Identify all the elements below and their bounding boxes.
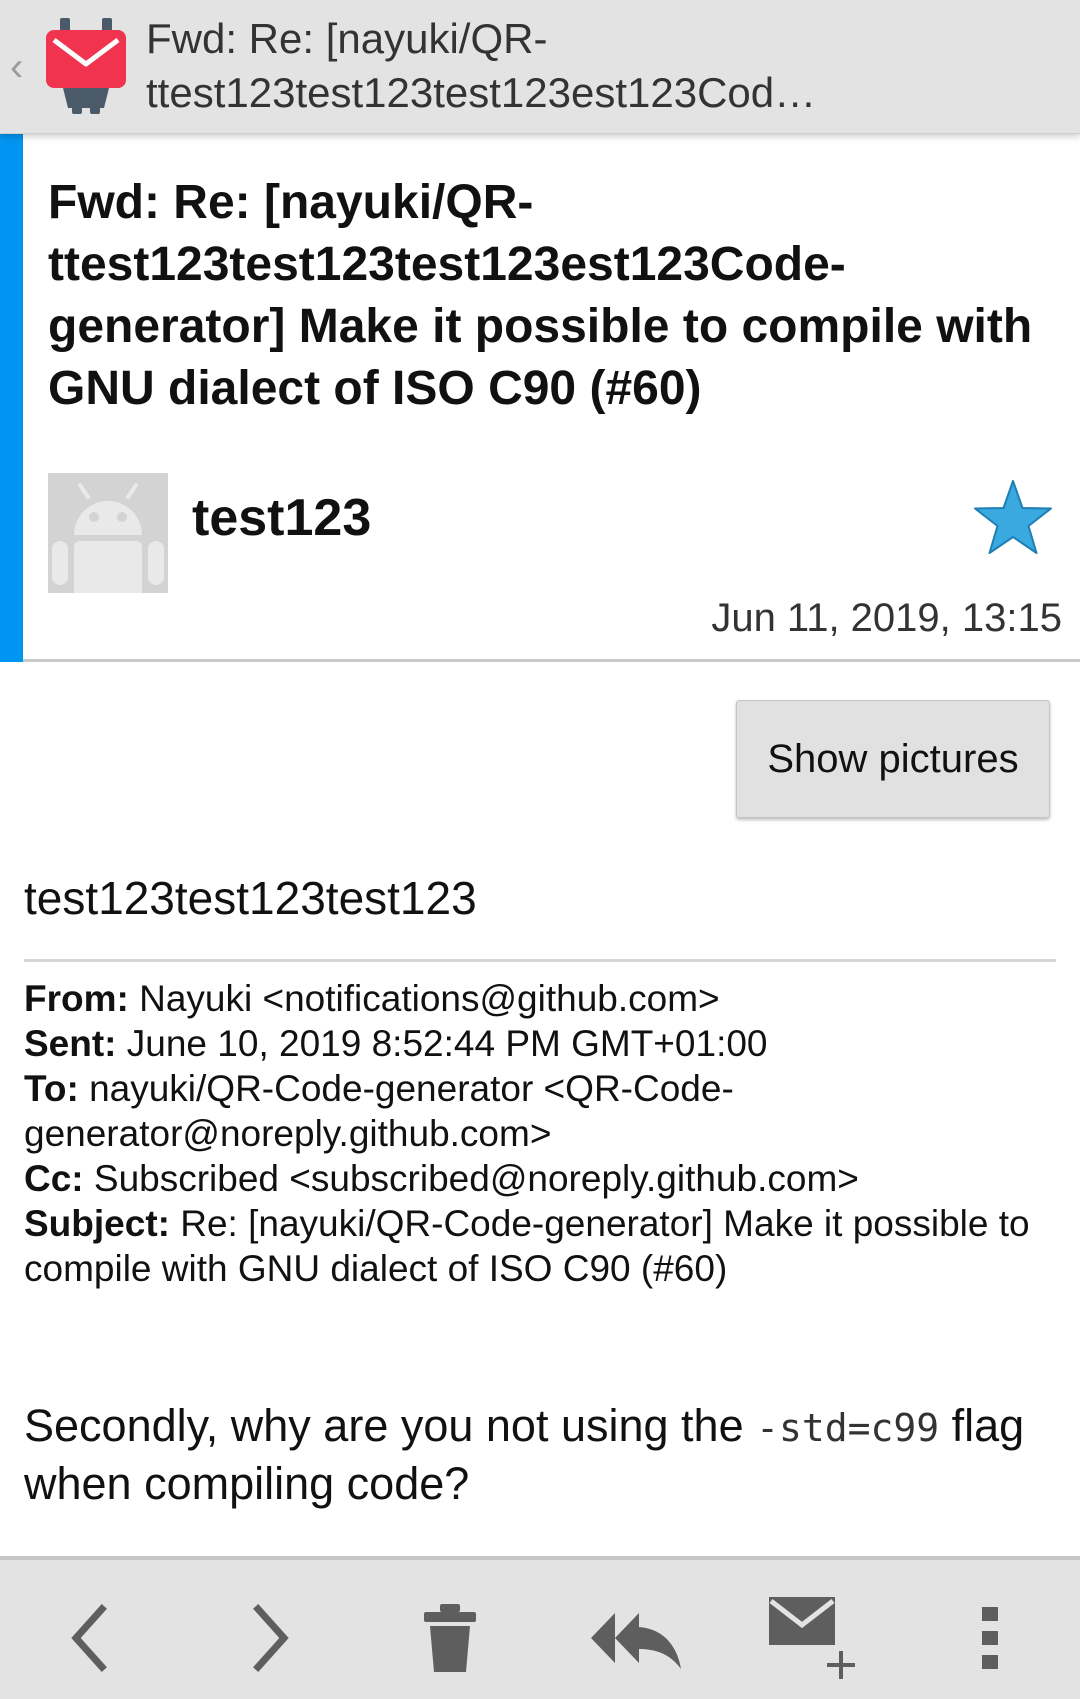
to-value: nayuki/QR-Code-generator <QR-Code-genera… [24, 1068, 734, 1154]
message-text-before: Secondly, why are you not using the [24, 1400, 757, 1451]
sender-name[interactable]: test123 [192, 486, 371, 550]
message-intro: test123test123test123 [24, 872, 477, 924]
message-code: -std=c99 [756, 1406, 940, 1450]
previous-icon[interactable] [42, 1590, 138, 1686]
cc-label: Cc: [24, 1158, 84, 1199]
action-bar: ‹ Fwd: Re: [nayuki/QR- ttest123test123te… [0, 0, 1080, 134]
title-line-2: ttest123test123test123est123Cod… [146, 69, 817, 116]
from-label: From: [24, 978, 129, 1019]
to-label: To: [24, 1068, 79, 1109]
app-logo-icon[interactable] [44, 18, 128, 114]
subject-value: Re: [nayuki/QR-Code-generator] Make it p… [24, 1203, 1030, 1289]
overflow-menu-icon[interactable] [942, 1590, 1038, 1686]
to-row: To: nayuki/QR-Code-generator <QR-Code-ge… [24, 1066, 1064, 1156]
from-value: Nayuki <notifications@github.com> [139, 978, 720, 1019]
android-avatar-icon [48, 473, 168, 593]
avatar[interactable] [48, 473, 168, 593]
action-bar-title: Fwd: Re: [nayuki/QR- ttest123test123test… [146, 12, 1046, 120]
next-icon[interactable] [222, 1590, 318, 1686]
bottom-toolbar [0, 1556, 1080, 1699]
subject-row: Subject: Re: [nayuki/QR-Code-generator] … [24, 1201, 1064, 1291]
subject-label: Subject: [24, 1203, 170, 1244]
message-date: Jun 11, 2019, 13:15 [711, 596, 1062, 640]
sent-row: Sent: June 10, 2019 8:52:44 PM GMT+01:00 [24, 1021, 1064, 1066]
reply-all-icon[interactable] [582, 1590, 692, 1686]
message-body: Secondly, why are you not using the -std… [24, 1398, 1064, 1512]
star-icon[interactable] [972, 478, 1054, 556]
divider [24, 959, 1056, 962]
show-pictures-button[interactable]: Show pictures [736, 700, 1050, 818]
message-header: Fwd: Re: [nayuki/QR-ttest123test123test1… [0, 134, 1080, 662]
message-subject: Fwd: Re: [nayuki/QR-ttest123test123test1… [48, 176, 1033, 415]
title-line-1: Fwd: Re: [nayuki/QR- [146, 15, 548, 62]
sent-value: June 10, 2019 8:52:44 PM GMT+01:00 [126, 1023, 768, 1064]
account-color-bar [0, 134, 23, 662]
sent-label: Sent: [24, 1023, 117, 1064]
from-row: From: Nayuki <notifications@github.com> [24, 976, 1064, 1021]
forwarded-header: From: Nayuki <notifications@github.com> … [24, 976, 1064, 1291]
compose-icon[interactable] [758, 1590, 868, 1686]
cc-row: Cc: Subscribed <subscribed@noreply.githu… [24, 1156, 1064, 1201]
chevron-left-icon[interactable]: ‹ [10, 42, 34, 92]
cc-value: Subscribed <subscribed@noreply.github.co… [93, 1158, 859, 1199]
delete-icon[interactable] [402, 1590, 498, 1686]
